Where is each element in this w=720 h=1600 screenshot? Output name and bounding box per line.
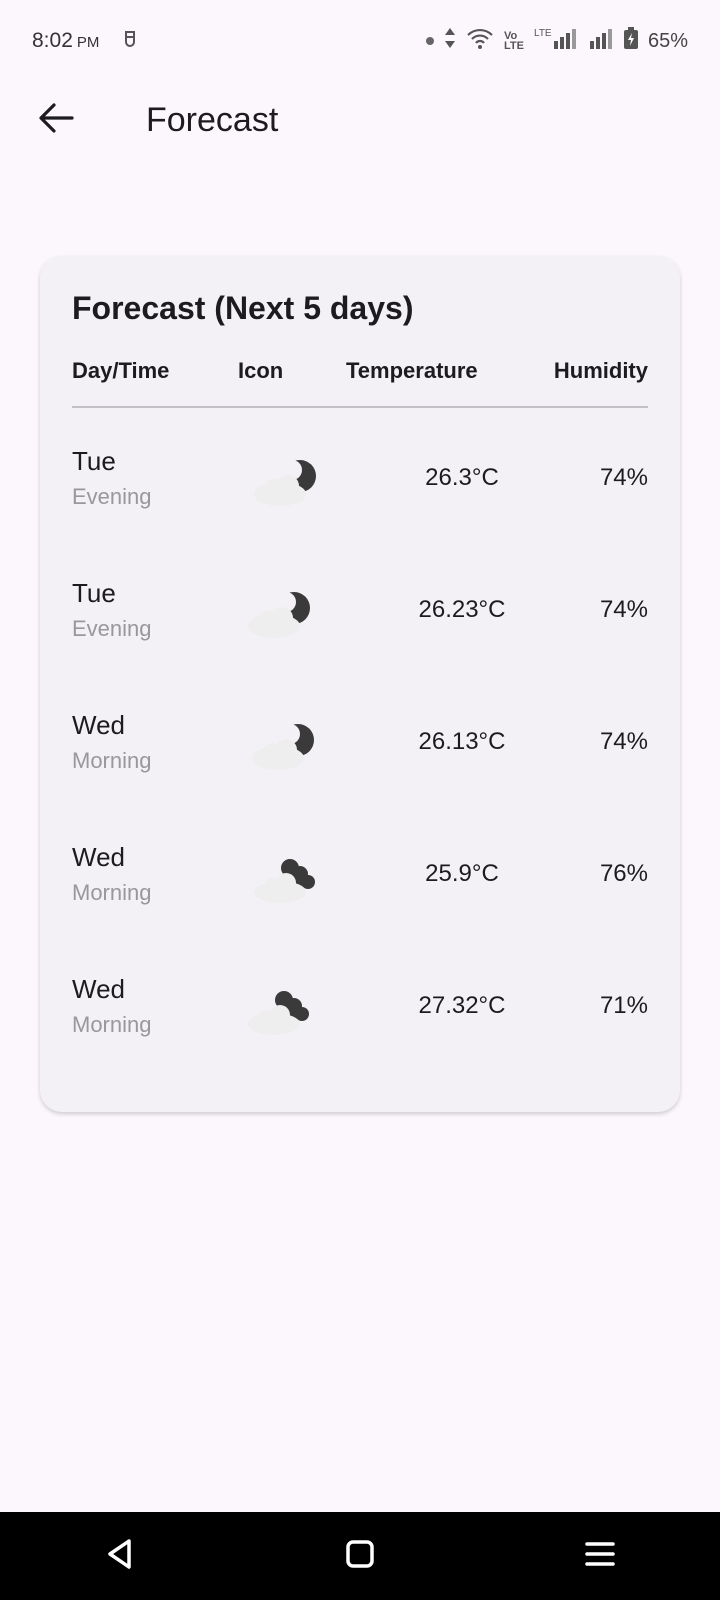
status-time: 8:02 PM — [32, 29, 100, 52]
row-temperature: 25.9°C — [425, 860, 499, 887]
arrow-left-icon — [38, 102, 74, 139]
wifi-icon — [466, 27, 494, 55]
row-humidity: 76% — [599, 860, 648, 887]
volte-icon: Vo LTE — [504, 30, 524, 52]
header-icon: Icon — [238, 358, 284, 383]
row-humidity: 74% — [599, 728, 648, 755]
row-day: Wed — [72, 710, 125, 740]
battery-charging-icon — [623, 27, 638, 55]
svg-text:LTE: LTE — [534, 28, 552, 39]
night-cloudy-icon — [244, 588, 320, 640]
table-row: Wed Morning 27.32°C 71% — [72, 946, 648, 1078]
row-time-of-day: Evening — [72, 484, 152, 509]
broken-clouds-icon — [244, 984, 320, 1036]
row-temperature: 26.23°C — [418, 596, 506, 623]
header-day-time: Day/Time — [72, 358, 170, 383]
row-temperature: 27.32°C — [418, 992, 506, 1019]
status-bar: 8:02 PM Vo LTE LTE 65% — [0, 0, 720, 82]
row-temperature: 26.3°C — [425, 464, 499, 491]
back-button[interactable] — [24, 88, 88, 152]
system-nav-bar — [0, 1512, 720, 1600]
header-temperature: Temperature — [346, 358, 478, 383]
row-temperature: 26.13°C — [418, 728, 506, 755]
nav-back-button[interactable] — [80, 1516, 160, 1596]
row-day: Wed — [72, 842, 125, 872]
home-square-icon — [345, 1539, 375, 1574]
nav-menu-button[interactable] — [560, 1516, 640, 1596]
lte-signal-icon: LTE — [534, 27, 580, 55]
row-time-of-day: Evening — [72, 616, 152, 641]
back-triangle-icon — [105, 1538, 135, 1575]
table-row: Tue Evening 26.23°C 74% — [72, 550, 648, 682]
row-day: Tue — [72, 578, 116, 608]
row-time-of-day: Morning — [72, 880, 152, 905]
data-arrows-icon — [444, 27, 456, 55]
forecast-card: Forecast (Next 5 days) Day/Time Icon Tem… — [40, 256, 680, 1112]
row-day: Tue — [72, 446, 116, 476]
nav-home-button[interactable] — [320, 1516, 400, 1596]
table-header: Day/Time Icon Temperature Humidity — [72, 352, 648, 408]
dot-icon — [426, 37, 434, 45]
table-row: Wed Morning 26.13°C 74% — [72, 682, 648, 814]
signal-icon — [589, 27, 614, 55]
broken-clouds-icon — [250, 852, 326, 904]
row-humidity: 71% — [599, 992, 648, 1019]
night-cloudy-icon — [248, 720, 324, 772]
row-time-of-day: Morning — [72, 1012, 152, 1037]
page-title: Forecast — [146, 100, 279, 139]
night-cloudy-icon — [250, 456, 326, 508]
app-bar: Forecast — [0, 82, 720, 158]
header-humidity: Humidity — [553, 358, 648, 383]
table-row: Tue Evening 26.3°C 74% — [72, 418, 648, 550]
notification-icon — [121, 28, 139, 54]
battery-percent: 65% — [647, 29, 688, 52]
row-day: Wed — [72, 974, 125, 1004]
row-humidity: 74% — [599, 464, 648, 491]
row-time-of-day: Morning — [72, 748, 152, 773]
menu-lines-icon — [585, 1540, 615, 1573]
table-row: Wed Morning 25.9°C 76% — [72, 814, 648, 946]
card-title: Forecast (Next 5 days) — [72, 290, 414, 326]
row-humidity: 74% — [599, 596, 648, 623]
